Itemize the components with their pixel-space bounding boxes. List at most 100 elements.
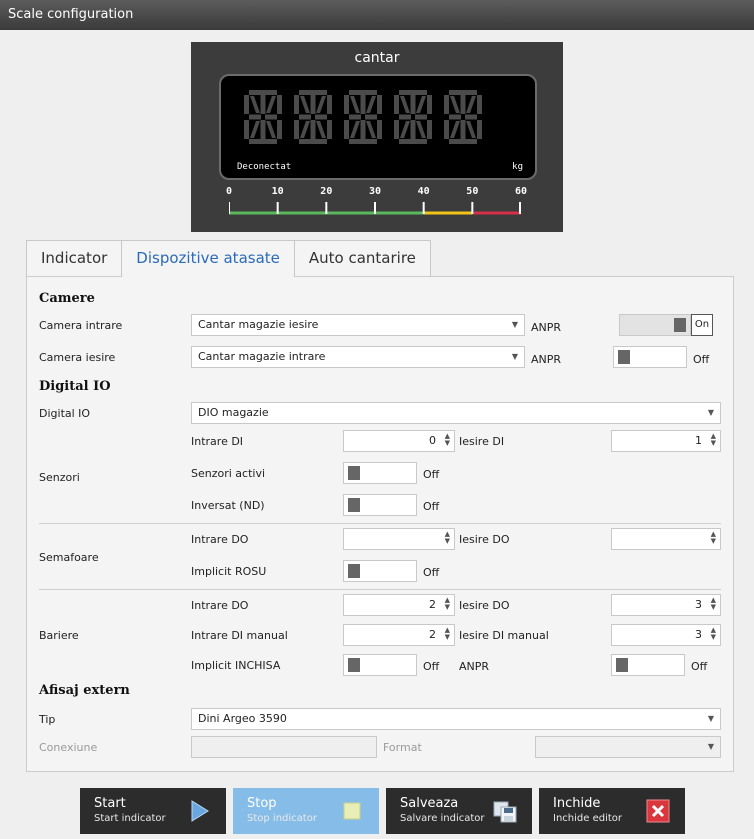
close-button-title: Inchide <box>553 796 601 811</box>
digital-io-select[interactable]: DIO magazie ▼ <box>191 402 721 424</box>
spin-arrows-icon[interactable]: ▲ ▼ <box>711 597 716 611</box>
camera-intrare-select[interactable]: Cantar magazie iesire ▼ <box>191 314 525 336</box>
bariere-implicit-label: Implicit INCHISA <box>191 659 281 672</box>
section-afisaj-extern: Afisaj extern <box>39 683 130 698</box>
bariere-iesire-di-manual-spinbox[interactable]: 3 ▲ ▼ <box>611 624 721 646</box>
format-select[interactable]: ▼ <box>535 736 721 758</box>
chevron-down-icon: ▼ <box>707 714 714 723</box>
camera-iesire-select[interactable]: Cantar magazie intrare ▼ <box>191 346 525 368</box>
spin-arrows-icon[interactable]: ▲ ▼ <box>445 433 450 447</box>
spin-arrows-icon[interactable]: ▲ ▼ <box>445 597 450 611</box>
chevron-down-icon: ▼ <box>707 408 714 417</box>
digital-io-value: DIO magazie <box>198 406 269 419</box>
bariere-intrare-di-manual-value: 2 <box>429 628 436 641</box>
tab-panel: Camere Camera intrare Cantar magazie ies… <box>26 276 734 772</box>
tab-dispozitive-atasate[interactable]: Dispozitive atasate <box>121 240 295 277</box>
semafoare-iesire-do-label: Iesire DO <box>459 533 510 546</box>
bariere-anpr-toggle[interactable] <box>611 654 685 676</box>
bariere-intrare-do-spinbox[interactable]: 2 ▲ ▼ <box>343 594 455 616</box>
conexiune-field[interactable] <box>191 736 377 758</box>
senzori-iesire-di-spinbox[interactable]: 1 ▲ ▼ <box>611 430 721 452</box>
bariere-label: Bariere <box>39 629 79 642</box>
save-icon <box>493 801 517 823</box>
close-button-subtitle: Inchide editor <box>553 813 623 824</box>
conexiune-label: Conexiune <box>39 741 98 754</box>
camera-iesire-anpr-toggle[interactable] <box>613 346 687 368</box>
scale-tick-labels: 0 10 20 30 40 50 60 <box>226 186 529 200</box>
close-editor-button[interactable]: Inchide Inchide editor <box>539 788 685 834</box>
section-digital-io: Digital IO <box>39 379 111 394</box>
tab-bar: Indicator Dispozitive atasate Auto canta… <box>26 240 431 277</box>
senzori-iesire-di-value: 1 <box>695 434 702 447</box>
bariere-iesire-do-spinbox[interactable]: 3 ▲ ▼ <box>611 594 721 616</box>
lcd-digit <box>343 88 383 146</box>
camera-intrare-anpr-toggle[interactable] <box>619 314 691 336</box>
bariere-iesire-do-value: 3 <box>695 598 702 611</box>
camera-intrare-anpr-state: On <box>691 314 713 336</box>
camera-iesire-label: Camera iesire <box>39 351 116 364</box>
senzori-label: Senzori <box>39 471 80 484</box>
bariere-intrare-do-label: Intrare DO <box>191 599 249 612</box>
bariere-intrare-di-manual-spinbox[interactable]: 2 ▲ ▼ <box>343 624 455 646</box>
display-title: cantar <box>354 50 400 66</box>
format-label: Format <box>383 741 422 754</box>
stop-button-title: Stop <box>247 796 277 811</box>
divider <box>39 589 721 590</box>
senzori-activi-toggle[interactable] <box>343 462 417 484</box>
senzori-intrare-di-label: Intrare DI <box>191 435 244 448</box>
chevron-down-icon: ▼ <box>707 742 714 751</box>
scale-tick-label: 50 <box>466 186 479 197</box>
save-button-subtitle: Salvare indicator <box>400 813 485 824</box>
semafoare-iesire-do-spinbox[interactable]: ▲ ▼ <box>611 528 721 550</box>
lcd-digit <box>393 88 433 146</box>
lcd-status: Deconectat <box>237 162 292 172</box>
save-indicator-button[interactable]: Salveaza Salvare indicator <box>386 788 532 834</box>
semafoare-label: Semafoare <box>39 551 99 564</box>
start-button-subtitle: Start indicator <box>94 813 166 824</box>
section-camere: Camere <box>39 291 95 306</box>
bariere-implicit-toggle[interactable] <box>343 654 417 676</box>
senzori-activi-label: Senzori activi <box>191 467 266 480</box>
tab-auto-cantarire[interactable]: Auto cantarire <box>293 240 431 276</box>
spin-arrows-icon[interactable]: ▲ ▼ <box>711 627 716 641</box>
senzori-activi-state: Off <box>423 468 440 481</box>
camera-intrare-label: Camera intrare <box>39 319 123 332</box>
divider <box>39 523 721 524</box>
senzori-intrare-di-spinbox[interactable]: 0 ▲ ▼ <box>343 430 455 452</box>
stop-indicator-button[interactable]: Stop Stop indicator <box>233 788 379 834</box>
semafoare-implicit-label: Implicit ROSU <box>191 565 267 578</box>
bariere-iesire-di-manual-value: 3 <box>695 628 702 641</box>
bariere-implicit-state: Off <box>423 660 440 673</box>
spin-arrows-icon[interactable]: ▲ ▼ <box>445 627 450 641</box>
bariere-intrare-di-manual-label: Intrare DI manual <box>191 629 288 642</box>
start-indicator-button[interactable]: Start Start indicator <box>80 788 226 834</box>
camera-iesire-anpr-state: Off <box>693 353 710 366</box>
toggle-knob <box>348 564 360 578</box>
bariere-anpr-state: Off <box>691 660 708 673</box>
semafoare-implicit-toggle[interactable] <box>343 560 417 582</box>
semafoare-intrare-do-spinbox[interactable]: ▲ ▼ <box>343 528 455 550</box>
senzori-inversat-label: Inversat (ND) <box>191 499 265 512</box>
senzori-inversat-toggle[interactable] <box>343 494 417 516</box>
chevron-down-icon: ▼ <box>511 320 518 329</box>
play-icon <box>191 800 209 822</box>
scale-display: cantar Deconectat kg 0 10 20 30 40 50 60 <box>191 42 563 232</box>
bariere-iesire-di-manual-label: Iesire DI manual <box>459 629 549 642</box>
scale-tick-label: 10 <box>271 186 284 197</box>
toggle-knob <box>618 350 630 364</box>
start-button-title: Start <box>94 796 126 811</box>
tip-value: Dini Argeo 3590 <box>198 712 287 725</box>
spin-arrows-icon[interactable]: ▲ ▼ <box>711 531 716 545</box>
scale-tick-label: 30 <box>368 186 382 197</box>
lcd-digit <box>443 88 483 146</box>
senzori-iesire-di-label: Iesire DI <box>459 435 505 448</box>
tip-select[interactable]: Dini Argeo 3590 ▼ <box>191 708 721 730</box>
toggle-knob <box>348 498 360 512</box>
semafoare-intrare-do-label: Intrare DO <box>191 533 249 546</box>
lcd-digit <box>243 88 283 146</box>
tab-indicator[interactable]: Indicator <box>26 240 123 276</box>
spin-arrows-icon[interactable]: ▲ ▼ <box>711 433 716 447</box>
toggle-knob <box>348 658 360 672</box>
bariere-intrare-do-value: 2 <box>429 598 436 611</box>
spin-arrows-icon[interactable]: ▲ ▼ <box>445 531 450 545</box>
